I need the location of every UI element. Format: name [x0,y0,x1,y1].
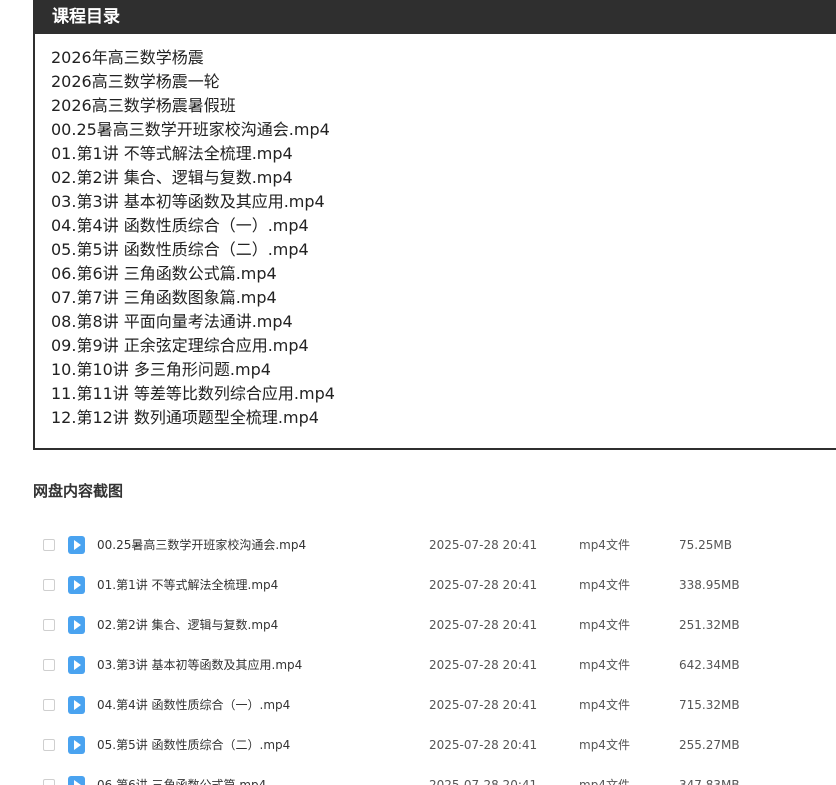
file-size: 347.83MB [679,778,740,785]
file-name[interactable]: 00.25暑高三数学开班家校沟通会.mp4 [97,525,306,565]
catalog-item: 00.25暑高三数学开班家校沟通会.mp4 [51,120,330,139]
catalog-item: 03.第3讲 基本初等函数及其应用.mp4 [51,192,325,211]
file-row[interactable]: 02.第2讲 集合、逻辑与复数.mp4 2025-07-28 20:41 mp4… [0,605,836,645]
file-row[interactable]: 05.第5讲 函数性质综合（二）.mp4 2025-07-28 20:41 mp… [0,725,836,765]
catalog-item: 10.第10讲 多三角形问题.mp4 [51,360,271,379]
file-name[interactable]: 05.第5讲 函数性质综合（二）.mp4 [97,725,290,765]
file-type: mp4文件 [579,658,630,672]
file-size: 255.27MB [679,738,740,752]
checkbox-icon[interactable] [43,539,55,551]
video-file-icon [68,656,85,674]
file-list: 00.25暑高三数学开班家校沟通会.mp4 2025-07-28 20:41 m… [0,525,836,785]
video-file-icon [68,536,85,554]
page: 课程目录 2026年高三数学杨震 2026高三数学杨震一轮 2026高三数学杨震… [0,0,836,785]
course-catalog-list: 2026年高三数学杨震 2026高三数学杨震一轮 2026高三数学杨震暑假班 0… [35,34,836,430]
file-size: 75.25MB [679,538,732,552]
file-name[interactable]: 03.第3讲 基本初等函数及其应用.mp4 [97,645,302,685]
course-catalog-title: 课程目录 [35,0,836,34]
video-file-icon [68,696,85,714]
file-row[interactable]: 00.25暑高三数学开班家校沟通会.mp4 2025-07-28 20:41 m… [0,525,836,565]
catalog-item: 11.第11讲 等差等比数列综合应用.mp4 [51,384,335,403]
course-catalog-panel: 课程目录 2026年高三数学杨震 2026高三数学杨震一轮 2026高三数学杨震… [33,0,836,450]
file-row[interactable]: 06.第6讲 三角函数公式篇.mp4 2025-07-28 20:41 mp4文… [0,765,836,785]
file-date: 2025-07-28 20:41 [429,578,538,592]
file-name[interactable]: 01.第1讲 不等式解法全梳理.mp4 [97,565,278,605]
file-row[interactable]: 01.第1讲 不等式解法全梳理.mp4 2025-07-28 20:41 mp4… [0,565,836,605]
catalog-item: 2026高三数学杨震一轮 [51,72,220,91]
file-date: 2025-07-28 20:41 [429,778,538,785]
checkbox-icon[interactable] [43,659,55,671]
catalog-item: 02.第2讲 集合、逻辑与复数.mp4 [51,168,293,187]
file-size: 642.34MB [679,658,740,672]
file-date: 2025-07-28 20:41 [429,698,538,712]
catalog-item: 08.第8讲 平面向量考法通讲.mp4 [51,312,293,331]
video-file-icon [68,736,85,754]
file-type: mp4文件 [579,778,630,785]
catalog-item: 2026高三数学杨震暑假班 [51,96,236,115]
file-size: 251.32MB [679,618,740,632]
checkbox-icon[interactable] [43,699,55,711]
checkbox-icon[interactable] [43,619,55,631]
catalog-item: 2026年高三数学杨震 [51,48,204,67]
file-date: 2025-07-28 20:41 [429,538,538,552]
video-file-icon [68,616,85,634]
file-row[interactable]: 03.第3讲 基本初等函数及其应用.mp4 2025-07-28 20:41 m… [0,645,836,685]
file-date: 2025-07-28 20:41 [429,658,538,672]
file-type: mp4文件 [579,538,630,552]
file-name[interactable]: 04.第4讲 函数性质综合（一）.mp4 [97,685,290,725]
catalog-item: 09.第9讲 正余弦定理综合应用.mp4 [51,336,309,355]
file-name[interactable]: 02.第2讲 集合、逻辑与复数.mp4 [97,605,278,645]
file-date: 2025-07-28 20:41 [429,618,538,632]
file-date: 2025-07-28 20:41 [429,738,538,752]
file-row[interactable]: 04.第4讲 函数性质综合（一）.mp4 2025-07-28 20:41 mp… [0,685,836,725]
file-name[interactable]: 06.第6讲 三角函数公式篇.mp4 [97,765,266,785]
file-size: 715.32MB [679,698,740,712]
checkbox-icon[interactable] [43,579,55,591]
file-type: mp4文件 [579,618,630,632]
checkbox-icon[interactable] [43,739,55,751]
catalog-item: 12.第12讲 数列通项题型全梳理.mp4 [51,408,319,427]
screenshot-section-title: 网盘内容截图 [33,482,124,500]
file-type: mp4文件 [579,578,630,592]
checkbox-icon[interactable] [43,779,55,785]
video-file-icon [68,576,85,594]
catalog-item: 06.第6讲 三角函数公式篇.mp4 [51,264,277,283]
catalog-item: 07.第7讲 三角函数图象篇.mp4 [51,288,277,307]
catalog-item: 01.第1讲 不等式解法全梳理.mp4 [51,144,293,163]
video-file-icon [68,776,85,785]
catalog-item: 05.第5讲 函数性质综合（二）.mp4 [51,240,309,259]
catalog-item: 04.第4讲 函数性质综合（一）.mp4 [51,216,309,235]
file-type: mp4文件 [579,738,630,752]
file-size: 338.95MB [679,578,740,592]
file-type: mp4文件 [579,698,630,712]
